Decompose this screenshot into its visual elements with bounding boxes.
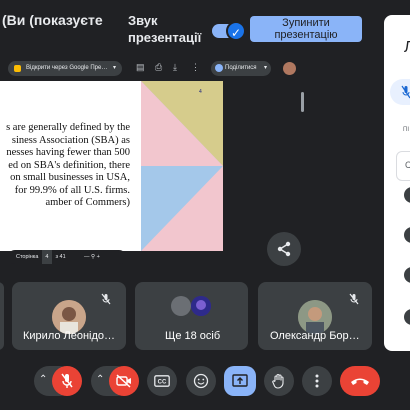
side-panel: Л ПІ С bbox=[384, 15, 410, 351]
presentation-sound-label: Звук презентації bbox=[128, 12, 201, 46]
avatar bbox=[283, 62, 296, 75]
participant-tile[interactable]: Олександр Бор… bbox=[258, 282, 372, 350]
captions-icon: CC bbox=[154, 375, 170, 387]
stop-presenting-button[interactable]: Зупинити презентацію bbox=[250, 16, 362, 42]
stop-label-line1: Зупинити bbox=[282, 17, 330, 29]
shared-screen: Відкрити через Google Пре… ▾ ▤ ⎙ ⤓ ⋮ Под… bbox=[0, 56, 305, 270]
more-vert-icon: ⋮ bbox=[191, 62, 200, 72]
microphone-button[interactable] bbox=[52, 366, 82, 396]
mic-off-icon bbox=[101, 293, 111, 305]
panel-search-box[interactable]: С bbox=[396, 151, 410, 181]
zoom-out-label: — bbox=[84, 254, 90, 260]
mute-all-button[interactable] bbox=[390, 79, 410, 105]
reactions-button[interactable] bbox=[186, 366, 216, 396]
chevron-down-icon: ▾ bbox=[112, 65, 116, 71]
avatar bbox=[404, 309, 410, 325]
pdf-zoom-controls: — ⚲ + bbox=[84, 250, 100, 264]
avatar bbox=[404, 267, 410, 283]
participant-tile-partial bbox=[0, 282, 4, 350]
page-label: Сторінка bbox=[16, 254, 39, 260]
open-with-button: Відкрити через Google Пре… ▾ bbox=[8, 61, 122, 76]
open-with-label: Відкрити через Google Пре… bbox=[26, 65, 108, 71]
svg-text:CC: CC bbox=[158, 380, 167, 386]
person-photo bbox=[191, 296, 211, 316]
slide-number: 4 bbox=[199, 89, 202, 95]
camera-off-icon bbox=[116, 374, 131, 388]
present-now-button[interactable] bbox=[224, 366, 256, 396]
raise-hand-button[interactable] bbox=[264, 366, 294, 396]
check-icon: ✓ bbox=[226, 21, 246, 41]
page-number: 4 bbox=[41, 250, 52, 264]
leave-call-button[interactable] bbox=[340, 366, 380, 396]
presenting-status: (Ви (показуєте bbox=[2, 12, 103, 28]
scrollbar bbox=[301, 92, 304, 112]
share-screen-button[interactable] bbox=[267, 232, 301, 266]
emoji-icon bbox=[193, 373, 209, 389]
mic-off-icon bbox=[61, 373, 73, 388]
participant-name: Кирило Леонідо… bbox=[23, 330, 116, 342]
chevron-up-icon[interactable]: ⌃ bbox=[96, 374, 104, 385]
download-icon: ⤓ bbox=[173, 62, 177, 72]
stop-label-line2: презентацію bbox=[274, 29, 338, 41]
person-icon bbox=[215, 64, 223, 72]
avatar bbox=[298, 300, 332, 334]
print-icon: ⎙ bbox=[155, 62, 163, 72]
avatar bbox=[404, 227, 410, 243]
captions-button[interactable]: CC bbox=[147, 366, 177, 396]
camera-button[interactable] bbox=[109, 366, 139, 396]
participant-name: Олександр Бор… bbox=[270, 330, 360, 342]
page-of: з bbox=[55, 254, 58, 260]
zoom-in-label: + bbox=[96, 254, 100, 260]
presenter-bar: (Ви (показуєте Звук презентації ✓ Зупини… bbox=[0, 0, 385, 50]
panel-title: Л bbox=[404, 39, 410, 56]
share-icon bbox=[277, 241, 291, 257]
shared-browser-toolbar: Відкрити через Google Пре… ▾ ▤ ⎙ ⤓ ⋮ Под… bbox=[0, 56, 305, 80]
person-photo bbox=[52, 300, 86, 334]
participant-tile-more[interactable]: Ще 18 осіб bbox=[135, 282, 248, 350]
slide-decoration bbox=[141, 81, 223, 251]
mic-off-icon bbox=[349, 293, 359, 305]
zoom-icon: ⚲ bbox=[91, 254, 96, 260]
chevron-up-icon[interactable]: ⌃ bbox=[39, 374, 47, 385]
slides-icon bbox=[14, 65, 21, 72]
sound-label-line2: презентації bbox=[128, 30, 202, 45]
mic-off-icon bbox=[401, 85, 410, 99]
avatar bbox=[404, 187, 410, 203]
hand-icon bbox=[272, 373, 284, 389]
participant-name: Ще 18 осіб bbox=[165, 330, 221, 342]
pdf-page-bar: Сторінка 4 з 41 — ⚲ + bbox=[8, 250, 126, 264]
more-options-button[interactable] bbox=[302, 366, 332, 396]
avatar bbox=[171, 296, 191, 316]
page-total: 41 bbox=[59, 254, 66, 260]
panel-section-label: ПІ bbox=[403, 127, 409, 133]
slide-text: s are generally defined by the siness As… bbox=[6, 122, 130, 208]
person-photo bbox=[298, 300, 332, 334]
chevron-down-icon: ▾ bbox=[263, 65, 267, 71]
present-to-all-icon bbox=[232, 374, 248, 387]
share-pill: Поділитися ▾ bbox=[211, 61, 271, 76]
participant-tile[interactable]: Кирило Леонідо… bbox=[12, 282, 126, 350]
sound-label-line1: Звук bbox=[128, 13, 158, 28]
comment-icon: ▤ bbox=[136, 62, 145, 72]
share-pill-label: Поділитися bbox=[225, 65, 257, 71]
presentation-sound-toggle[interactable]: ✓ bbox=[212, 21, 246, 41]
more-vert-icon bbox=[315, 374, 319, 388]
call-end-icon bbox=[351, 378, 369, 385]
avatar bbox=[191, 296, 211, 316]
avatar bbox=[52, 300, 86, 334]
slide: s are generally defined by the siness As… bbox=[0, 81, 223, 251]
